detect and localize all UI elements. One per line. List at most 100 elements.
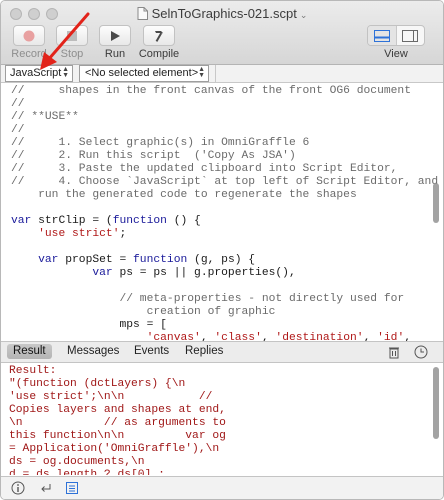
code-token: // <box>11 98 25 110</box>
split-pane-icon <box>373 29 390 42</box>
code-token: // 2. Run this script ('Copy As JSA') <box>11 150 296 162</box>
view-split-button[interactable] <box>368 26 397 45</box>
editor-scrollbar[interactable] <box>433 183 439 223</box>
stop-button[interactable] <box>56 25 88 46</box>
code-line: // 1. Select graphic(s) in OmniGraffle 6 <box>11 137 419 150</box>
code-line: // <box>11 124 419 137</box>
updown-chevron-icon: ▲ ▼ <box>198 66 205 79</box>
window-title-text: SelnToGraphics-021.scpt <box>151 6 297 21</box>
result-line: this function\n\n var og <box>9 430 226 442</box>
code-token: var <box>11 267 120 279</box>
play-icon <box>111 30 120 41</box>
result-text[interactable]: Result: "(function (dctLayers) {\n'use st… <box>9 365 419 475</box>
code-line: 'use strict'; <box>11 228 419 241</box>
hammer-icon <box>155 30 163 42</box>
code-line: var strClip = (function () { <box>11 215 419 228</box>
tab-messages[interactable]: Messages <box>61 344 125 359</box>
code-token: // <box>11 124 25 136</box>
compile-label: Compile <box>138 48 180 60</box>
code-token: // 3. Paste the updated clipboard into S… <box>11 163 398 175</box>
record-button[interactable] <box>13 25 45 46</box>
clock-icon[interactable] <box>414 345 428 359</box>
navigation-bar: JavaScript ▲ ▼ <No selected element> ▲ ▼ <box>1 65 443 83</box>
code-line: var propSet = function (g, ps) { <box>11 254 419 267</box>
code-line: // shapes in the front canvas of the fro… <box>11 85 419 98</box>
tab-replies[interactable]: Replies <box>179 344 229 359</box>
result-tab-bar: Result Messages Events Replies <box>1 341 443 363</box>
bottom-bar <box>1 476 443 499</box>
code-line: // 3. Paste the updated clipboard into S… <box>11 163 419 176</box>
code-line: creation of graphic <box>11 306 419 319</box>
element-selector[interactable]: <No selected element> ▲ ▼ <box>79 65 209 82</box>
updown-chevron-icon: ▲ ▼ <box>62 66 69 79</box>
result-heading: Result: <box>9 365 57 377</box>
code-token: ps = ps || g.properties(), <box>119 267 296 279</box>
code-token: run the generated code to regenerate the… <box>11 189 357 201</box>
code-token: // 4. Choose `JavaScript` at top left of… <box>11 176 439 188</box>
code-token: , <box>363 332 378 341</box>
title-chevron-down-icon[interactable]: ⌄ <box>300 10 308 20</box>
code-token: mps = [ <box>11 319 167 331</box>
code-token: // shapes in the front canvas of the fro… <box>11 85 411 97</box>
code-token: strClip = ( <box>38 215 113 227</box>
result-line: \n // as arguments to <box>9 417 226 429</box>
code-line: // **USE** <box>11 111 419 124</box>
code-token: var <box>11 254 66 266</box>
tab-result[interactable]: Result <box>7 344 52 359</box>
code-token: 'class' <box>214 332 262 341</box>
trash-icon[interactable] <box>387 345 401 359</box>
window-title[interactable]: SelnToGraphics-021.scpt ⌄ <box>1 6 443 23</box>
result-line: "(function (dctLayers) {\n <box>9 378 186 390</box>
code-token: var <box>11 215 39 227</box>
return-arrow-icon[interactable] <box>39 481 53 495</box>
code-token: ; <box>119 228 127 240</box>
code-line: run the generated code to regenerate the… <box>11 189 419 202</box>
code-line: mps = [ <box>11 319 419 332</box>
code-token: () { <box>166 215 201 227</box>
code-token: // 1. Select graphic(s) in OmniGraffle 6 <box>11 137 310 149</box>
script-text[interactable]: // shapes in the front canvas of the fro… <box>11 85 438 341</box>
view-label: View <box>384 48 408 60</box>
language-selector[interactable]: JavaScript ▲ ▼ <box>5 65 73 82</box>
info-icon[interactable] <box>11 481 25 495</box>
code-token: , <box>261 332 276 341</box>
element-value: <No selected element> <box>85 67 199 79</box>
code-line: // 4. Choose `JavaScript` at top left of… <box>11 176 438 189</box>
code-token: , <box>200 332 215 341</box>
code-token: 'use strict' <box>38 228 120 240</box>
run-button[interactable] <box>99 25 131 46</box>
result-line: d = ds.length ? ds[0] : <box>9 469 165 475</box>
record-icon <box>23 30 35 41</box>
result-line: ds = og.documents,\n <box>9 456 145 468</box>
code-token: (g, ps) { <box>187 254 256 266</box>
code-token: // **USE** <box>11 111 79 123</box>
view-segmented-control[interactable] <box>367 25 425 46</box>
script-editor-pane[interactable]: // shapes in the front canvas of the fro… <box>1 83 443 341</box>
code-token: 'canvas' <box>146 332 201 341</box>
code-line: var ps = ps || g.properties(), <box>11 267 419 280</box>
tab-events[interactable]: Events <box>128 344 175 359</box>
result-scrollbar[interactable] <box>433 367 439 439</box>
code-token: , <box>404 332 412 341</box>
code-token: propSet = <box>65 254 134 266</box>
view-sidebar-button[interactable] <box>397 26 425 45</box>
code-token: function <box>133 254 188 266</box>
code-token: 'id' <box>377 332 405 341</box>
code-line: // <box>11 98 419 111</box>
run-label: Run <box>104 48 126 60</box>
result-pane[interactable]: Result: "(function (dctLayers) {\n'use st… <box>1 363 443 475</box>
code-line: // 2. Run this script ('Copy As JSA') <box>11 150 419 163</box>
list-icon[interactable] <box>65 481 79 495</box>
compile-button[interactable] <box>143 25 175 46</box>
code-token: // meta-properties - not directly used f… <box>11 293 405 305</box>
navbar-divider <box>215 65 216 82</box>
stop-icon <box>67 30 77 41</box>
code-token: function <box>112 215 167 227</box>
toolbar: SelnToGraphics-021.scpt ⌄ Record Stop Run… <box>1 1 443 65</box>
result-line: = Application('OmniGraffle'),\n <box>9 443 220 455</box>
